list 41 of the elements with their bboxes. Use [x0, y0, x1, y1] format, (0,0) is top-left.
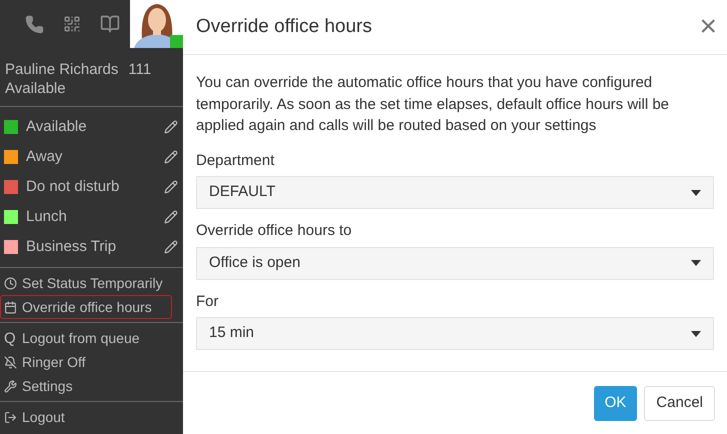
edit-icon[interactable]	[164, 120, 178, 134]
edit-icon[interactable]	[164, 180, 178, 194]
status-item[interactable]: Lunch	[0, 202, 183, 232]
field-label: Department	[196, 150, 276, 170]
menu-item[interactable]: Override office hours	[0, 295, 172, 319]
queue-icon: Q	[4, 330, 17, 346]
caret-icon	[691, 190, 701, 196]
user-name: Pauline Richards	[5, 60, 118, 79]
status-item[interactable]: Business Trip	[0, 232, 183, 262]
edit-icon[interactable]	[164, 210, 178, 224]
select-field[interactable]: 15 min	[196, 317, 714, 350]
status-item[interactable]: Available	[0, 112, 183, 142]
calendar-icon	[4, 300, 17, 314]
dialog-title: Override office hours	[196, 14, 372, 39]
select-field[interactable]: Office is open	[196, 246, 714, 280]
logout-icon	[4, 410, 17, 424]
edit-icon[interactable]	[164, 240, 178, 254]
select-field[interactable]: DEFAULT	[196, 176, 714, 209]
description: You can override the automatic office hours that you have configured temporarily. As soon as the set time elapses, default office hours will be applied again and calls will be routed based on your settings	[196, 73, 670, 136]
status-item[interactable]: Away	[0, 142, 183, 172]
menu-item[interactable]: Logout	[0, 405, 172, 429]
field-label: Override office hours to	[196, 221, 353, 241]
phone-icon[interactable]	[25, 14, 44, 34]
edit-icon[interactable]	[164, 150, 178, 164]
menu-item[interactable]: Settings	[0, 374, 172, 398]
menu-item[interactable]: Set Status Temporarily	[0, 271, 172, 295]
bell-off-icon	[4, 356, 17, 368]
menu-item[interactable]: Q Logout from queue	[0, 326, 172, 350]
user-extension: 111	[128, 60, 152, 79]
menu-item[interactable]: Ringer Off	[0, 350, 172, 374]
field-label: For	[196, 292, 220, 312]
book-icon[interactable]	[100, 14, 120, 34]
wrench-icon	[4, 380, 17, 392]
user-status: Available	[5, 79, 67, 98]
close-button[interactable]: ×	[699, 12, 717, 42]
caret-icon	[691, 330, 701, 336]
caret-icon	[691, 260, 701, 266]
cancel-button[interactable]: Cancel	[644, 386, 715, 420]
qr-code-icon[interactable]	[63, 15, 81, 33]
clock-icon	[4, 276, 17, 290]
status-item[interactable]: Do not disturb	[0, 172, 183, 202]
